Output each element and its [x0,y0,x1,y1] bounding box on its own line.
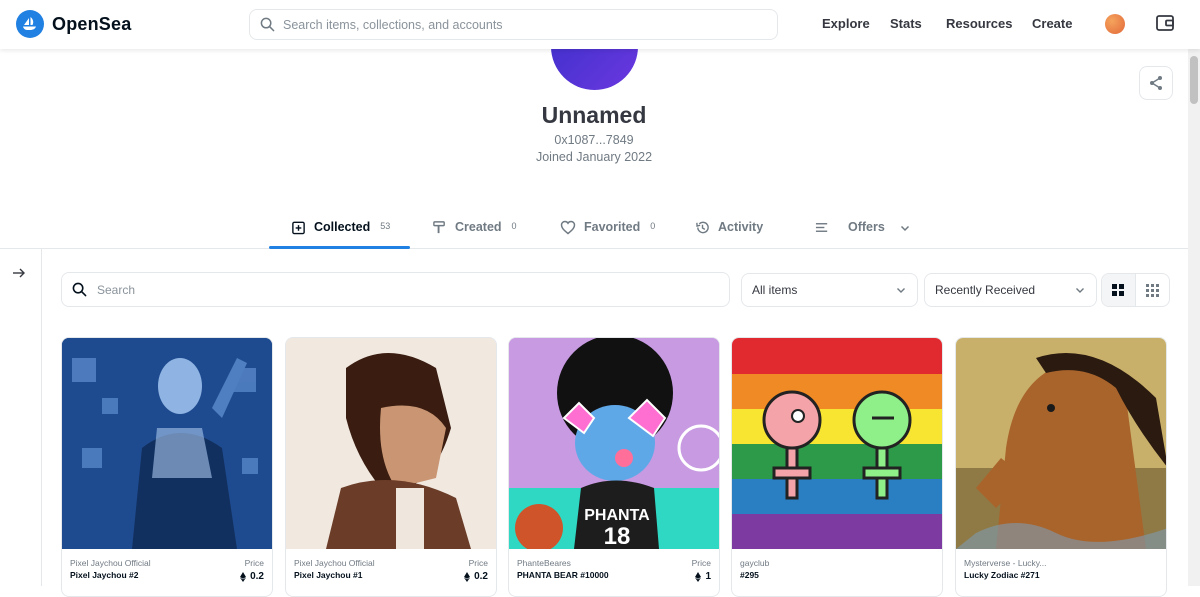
tab-favorited-label: Favorited [584,220,641,234]
profile-name: Unnamed [541,102,647,128]
active-tab-indicator [269,246,410,249]
card-collection: Mysterverse - Lucky... [964,558,1047,568]
opensea-logo[interactable]: OpenSea [16,10,131,38]
tab-activity-label: Activity [718,220,764,234]
filter-sidebar [0,249,42,586]
card-price-label: Price [691,558,711,568]
card-collection: Pixel Jaychou Official [70,558,151,568]
card-name: Pixel Jaychou #2 [70,570,139,580]
items-filter-value: All items [752,283,798,297]
share-icon [1150,76,1162,90]
card-name: Pixel Jaychou #1 [294,570,363,580]
nft-image-rainbow-symbols [732,338,942,549]
top-navigation-bar: OpenSea Explore Stats Resources Create [0,0,1200,49]
chevron-down-icon [1076,288,1084,293]
wallet-icon[interactable] [1155,13,1175,38]
card-price: 0.2 [240,571,264,582]
card-collection: PhanteBeares [517,558,571,568]
card-name: #295 [740,570,759,580]
global-search-input[interactable] [283,17,777,32]
card-collection: Pixel Jaychou Official [294,558,375,568]
nft-card[interactable]: Mysterverse - Lucky... Lucky Zodiac #271 [955,337,1167,597]
tab-offers-label: Offers [848,220,885,234]
search-icon [72,282,87,297]
card-name: PHANTA BEAR #10000 [517,570,609,580]
card-price-value: 1 [705,571,711,582]
tab-favorited[interactable]: Favorited 0 [560,211,655,249]
nft-card[interactable]: gayclub #295 [731,337,943,597]
chevron-down-icon [897,288,905,293]
nav-stats[interactable]: Stats [890,16,922,31]
search-icon [260,17,275,32]
large-grid-icon [1112,284,1125,296]
tab-collected[interactable]: Collected 53 [291,211,390,249]
nft-card[interactable]: Pixel Jaychou Official Pixel Jaychou #2 … [61,337,273,597]
card-price-label: Price [244,558,264,568]
sort-value: Recently Received [935,283,1036,297]
card-price: 0.2 [464,571,488,582]
nav-create[interactable]: Create [1032,16,1072,31]
nft-image-horse-painting [956,338,1166,549]
sort-select[interactable]: Recently Received [924,273,1097,307]
grid-view-toggle [1101,273,1170,307]
nav-explore[interactable]: Explore [822,16,870,31]
profile-tabs: Collected 53 Created 0 Favorited 0 Activ… [0,211,1188,249]
account-avatar[interactable] [1105,14,1125,34]
jersey-number-text: 18 [604,523,631,549]
tab-activity[interactable]: Activity [695,211,763,249]
heart-icon [560,220,576,235]
jersey-team-text: PHANTA [584,507,650,524]
items-filter-select[interactable]: All items [741,273,918,307]
page-scrollbar-thumb[interactable] [1190,56,1198,104]
chevron-down-icon [900,225,909,232]
expand-filters-arrow-icon[interactable] [11,265,27,286]
sailboat-icon [16,10,44,38]
wallet-address[interactable]: 0x1087...7849 [0,133,1188,147]
items-search-box[interactable] [61,272,730,307]
eth-icon [240,571,247,582]
card-price: 1 [695,571,711,582]
small-grid-button[interactable] [1136,274,1170,306]
nft-image-phanta-bear: PHANTA 18 [509,338,719,549]
tab-created-label: Created [455,220,502,234]
tab-favorited-count: 0 [650,221,656,231]
global-search-bar[interactable] [249,9,778,40]
page-scrollbar[interactable] [1188,49,1200,586]
tab-collected-label: Collected [314,220,371,234]
nft-image-pixel-portrait-sepia [286,338,496,549]
small-grid-icon [1145,283,1159,297]
list-icon [815,223,828,232]
eth-icon [464,571,471,582]
large-grid-button[interactable] [1102,274,1136,306]
nft-card[interactable]: Pixel Jaychou Official Pixel Jaychou #1 … [285,337,497,597]
nft-card[interactable]: PHANTA 18 PhanteBeares PHANTA BEAR #1000… [508,337,720,597]
joined-date: Joined January 2022 [535,150,653,164]
tab-created[interactable]: Created 0 [432,211,517,249]
brush-icon [433,221,445,234]
card-price-label: Price [468,558,488,568]
tab-created-count: 0 [511,221,517,231]
collected-icon [292,221,305,235]
card-name: Lucky Zodiac #271 [964,570,1040,580]
card-collection: gayclub [740,558,770,568]
card-price-value: 0.2 [474,571,488,582]
tab-collected-count: 53 [380,221,391,231]
history-icon [696,221,709,234]
eth-icon [695,571,702,582]
tab-offers[interactable]: Offers [815,211,911,249]
share-button[interactable] [1139,66,1173,100]
brand-name: OpenSea [52,13,132,34]
nft-image-pixel-portrait-blue [62,338,272,549]
nav-resources[interactable]: Resources [946,16,1012,31]
card-price-value: 0.2 [250,571,264,582]
items-search-input[interactable] [97,282,729,297]
